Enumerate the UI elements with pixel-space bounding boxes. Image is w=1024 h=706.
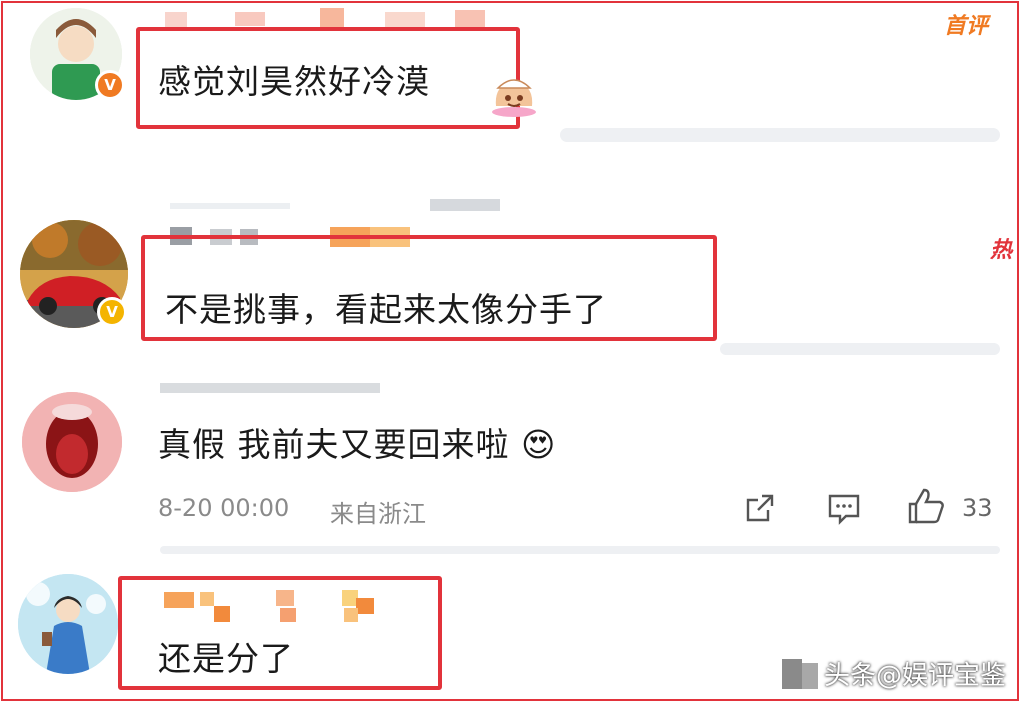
- share-icon[interactable]: [742, 490, 778, 530]
- blurred-watermark-block: [781, 658, 818, 689]
- comment-location: 来自浙江: [330, 500, 426, 528]
- like-count: 33: [962, 494, 993, 522]
- verified-badge-icon: V: [97, 297, 127, 327]
- reaction-sticker-icon: [488, 72, 540, 118]
- blurred-text-fragment: [170, 197, 510, 215]
- comment-text: 不是挑事，看起来太像分手了: [165, 290, 607, 329]
- comment-text-body: 真假 我前夫又要回来啦: [158, 425, 510, 464]
- comment-text: 真假 我前夫又要回来啦 😍: [158, 418, 556, 466]
- like-thumbs-up-icon[interactable]: [906, 486, 946, 530]
- faded-text-line: [160, 546, 1000, 554]
- first-comment-tag: 首评: [944, 14, 989, 39]
- comment-timestamp: 8-20 00:00: [158, 494, 290, 522]
- watermark: 头条@娱评宝鉴: [781, 655, 1006, 692]
- hot-comment-tag: 热: [990, 238, 1013, 263]
- comment-item: V 首评 感觉刘昊然好冷漠: [0, 0, 1024, 185]
- faded-text-line: [720, 343, 1000, 355]
- comment-item: V 热 不是挑事，看起来太像分手了: [0, 185, 1024, 380]
- comment-text: 还是分了: [158, 639, 294, 678]
- watermark-text: 头条@娱评宝鉴: [823, 661, 1006, 691]
- comment-item: 真假 我前夫又要回来啦 😍 8-20 00:00 来自浙江 33: [0, 380, 1024, 560]
- faded-text-line: [560, 128, 1000, 142]
- blurred-username: [160, 382, 380, 396]
- heart-eyes-emoji-icon: 😍: [521, 425, 557, 464]
- avatar-girl-illustration: [18, 574, 118, 674]
- comment-text: 感觉刘昊然好冷漠: [158, 62, 430, 101]
- reply-comment-icon[interactable]: [826, 490, 862, 530]
- user-avatar[interactable]: [18, 574, 118, 674]
- avatar-cartoon-face: [22, 392, 122, 492]
- user-avatar[interactable]: [22, 392, 122, 492]
- verified-badge-icon: V: [95, 70, 125, 100]
